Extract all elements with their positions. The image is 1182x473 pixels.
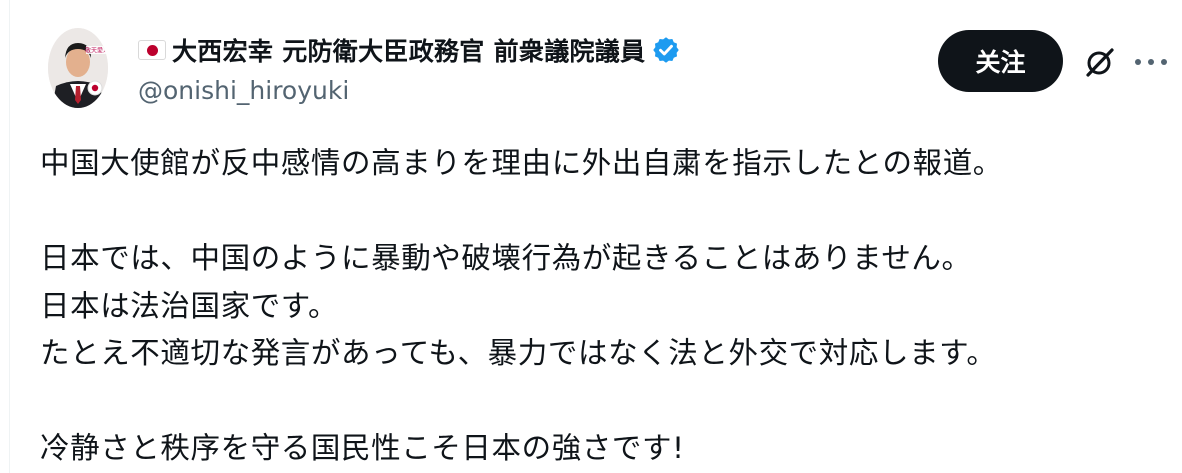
post-text-line: たとえ不適切な発言があっても、暴力ではなく法と外交で対応します。 bbox=[40, 336, 997, 370]
avatar[interactable]: 敬天愛人 bbox=[48, 28, 108, 108]
follow-button[interactable]: 关注 bbox=[938, 30, 1063, 92]
post-text-line: 日本では、中国のように暴動や破壊行為が起きることはありません。 bbox=[40, 241, 972, 275]
post-text-line: 中国大使館が反中感情の高まりを理由に外出自粛を指示したとの報道。 bbox=[40, 146, 1003, 180]
post-text-blank-line bbox=[40, 378, 1160, 426]
author-name-row[interactable]: 大西宏幸 元防衛大臣政務官 前衆議院議員 bbox=[138, 31, 681, 69]
timeline-divider bbox=[9, 0, 10, 473]
post-text-line: 日本は法治国家です。 bbox=[40, 288, 339, 323]
author-handle[interactable]: @onishi_hiroyuki bbox=[138, 76, 349, 105]
more-horizontal-icon[interactable] bbox=[1134, 56, 1168, 68]
avatar-photo: 敬天愛人 bbox=[48, 28, 108, 108]
japan-flag-icon bbox=[138, 40, 166, 60]
author-display-name[interactable]: 大西宏幸 元防衛大臣政務官 前衆議院議員 bbox=[172, 32, 645, 68]
avatar-caption: 敬天愛人 bbox=[85, 47, 108, 55]
post-text: 中国大使館が反中感情の高まりを理由に外出自粛を指示したとの報道。 日本では、中国… bbox=[40, 140, 1160, 473]
post-text-blank-line bbox=[40, 188, 1160, 236]
grok-icon[interactable] bbox=[1082, 44, 1118, 80]
verified-badge-icon[interactable] bbox=[651, 35, 681, 65]
post-text-line: 冷静さと秩序を守る国民性こそ日本の強さです! bbox=[40, 431, 685, 465]
